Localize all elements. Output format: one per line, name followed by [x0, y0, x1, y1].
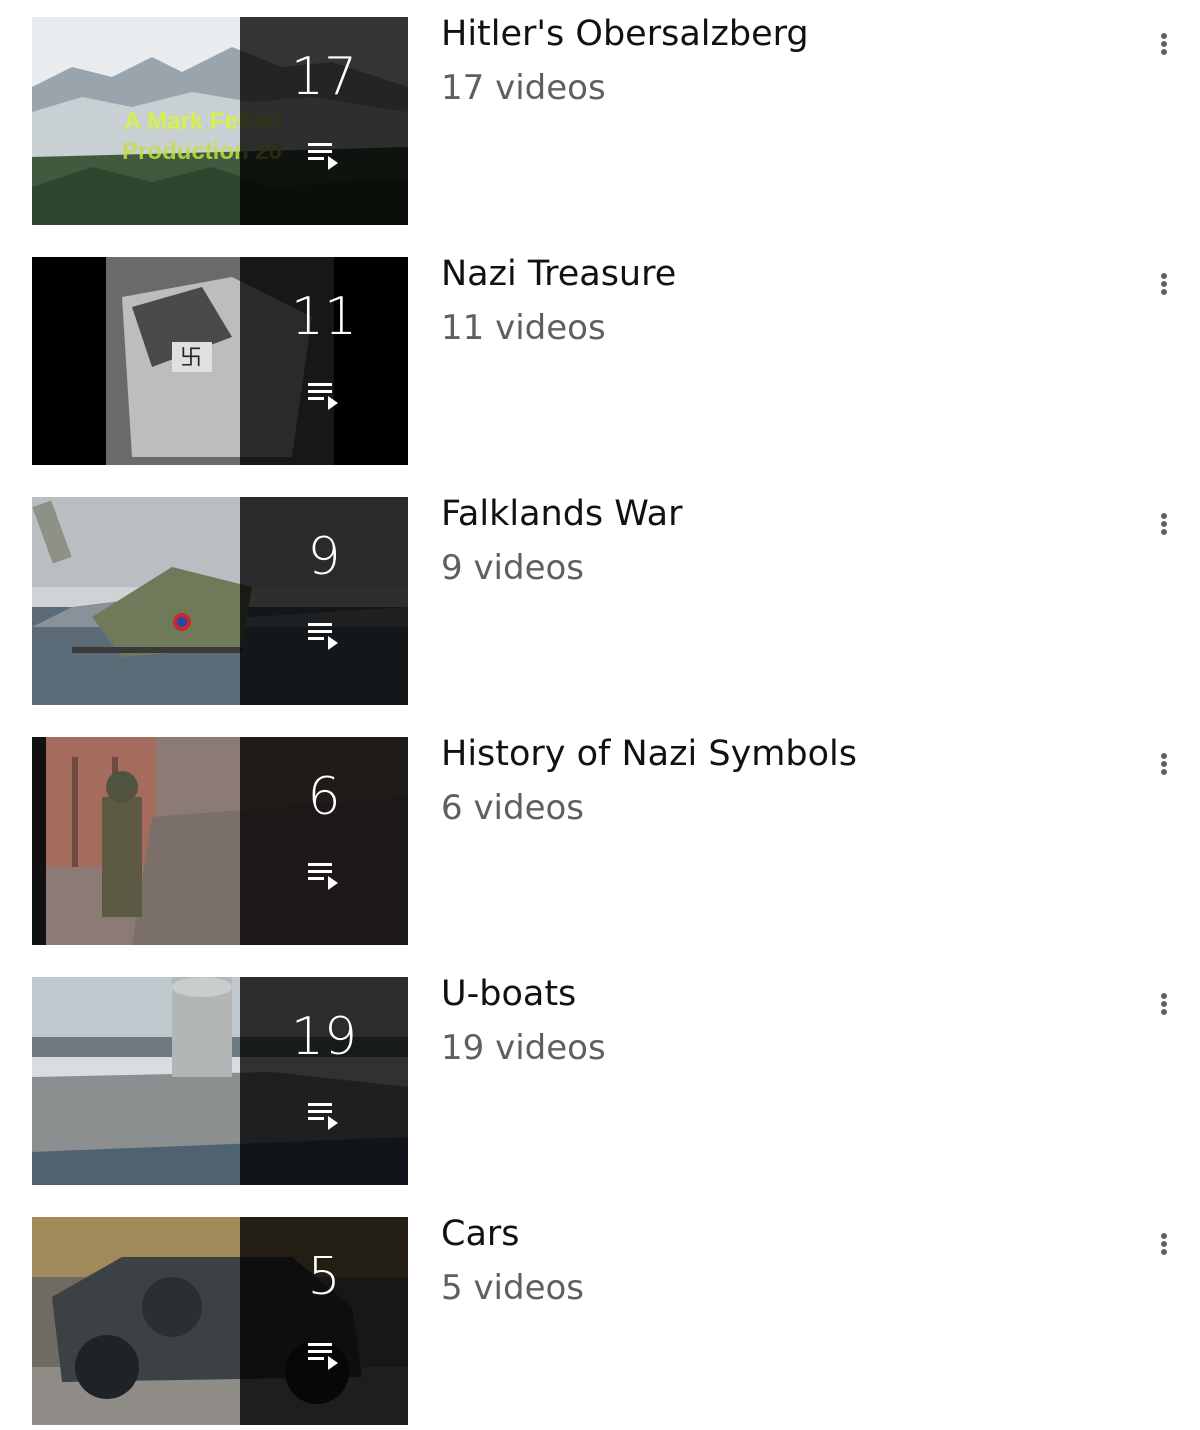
playlist-title[interactable]: Falklands War	[441, 497, 683, 532]
video-count: 19	[290, 1007, 358, 1067]
playlist-thumbnail[interactable]: 6	[32, 737, 408, 945]
playlist-count-overlay: 11	[240, 257, 408, 465]
playlist-title[interactable]: U-boats	[441, 977, 576, 1012]
playlist-title[interactable]: History of Nazi Symbols	[441, 737, 857, 772]
playlist-thumbnail[interactable]: 19	[32, 977, 408, 1185]
video-count: 11	[290, 287, 358, 347]
playlist-row[interactable]: 6 History of Nazi Symbols 6 videos	[0, 737, 1200, 945]
playlist-row[interactable]: 9 Falklands War 9 videos	[0, 497, 1200, 705]
playlist-video-count: 17 videos	[441, 68, 606, 108]
playlist-row[interactable]: A Mark Felton Production 20 17 Hitler's …	[0, 17, 1200, 225]
playlist-count-overlay: 17	[240, 17, 408, 225]
playlist-row[interactable]: 19 U-boats 19 videos	[0, 977, 1200, 1185]
video-count: 6	[307, 767, 341, 827]
video-count: 17	[290, 47, 358, 107]
more-vert-icon[interactable]	[1146, 1225, 1182, 1261]
playlist-video-count: 11 videos	[441, 308, 606, 348]
playlist-thumbnail[interactable]: A Mark Felton Production 20 17	[32, 17, 408, 225]
playlist-play-icon	[308, 1343, 338, 1370]
playlist-count-overlay: 5	[240, 1217, 408, 1425]
playlist-video-count: 19 videos	[441, 1028, 606, 1068]
playlist-title[interactable]: Cars	[441, 1217, 520, 1252]
playlist-video-count: 9 videos	[441, 548, 585, 588]
playlist-title[interactable]: Hitler's Obersalzberg	[441, 17, 809, 52]
playlist-thumbnail[interactable]: 9	[32, 497, 408, 705]
more-vert-icon[interactable]	[1146, 265, 1182, 301]
playlist-row[interactable]: 5 Cars 5 videos	[0, 1217, 1200, 1425]
playlist-play-icon	[308, 863, 338, 890]
more-vert-icon[interactable]	[1146, 505, 1182, 541]
playlist-play-icon	[308, 143, 338, 170]
playlist-count-overlay: 19	[240, 977, 408, 1185]
playlist-play-icon	[308, 1103, 338, 1130]
playlist-thumbnail[interactable]: 5	[32, 1217, 408, 1425]
playlist-count-overlay: 9	[240, 497, 408, 705]
playlist-list: A Mark Felton Production 20 17 Hitler's …	[0, 0, 1200, 1430]
playlist-row[interactable]: 卐 11 Nazi Treasure 11 videos	[0, 257, 1200, 465]
playlist-video-count: 5 videos	[441, 1268, 585, 1308]
playlist-play-icon	[308, 383, 338, 410]
playlist-play-icon	[308, 623, 338, 650]
video-count: 9	[307, 527, 341, 587]
playlist-title[interactable]: Nazi Treasure	[441, 257, 676, 292]
video-count: 5	[307, 1247, 341, 1307]
playlist-video-count: 6 videos	[441, 788, 585, 828]
more-vert-icon[interactable]	[1146, 25, 1182, 61]
playlist-thumbnail[interactable]: 卐 11	[32, 257, 408, 465]
more-vert-icon[interactable]	[1146, 985, 1182, 1021]
more-vert-icon[interactable]	[1146, 745, 1182, 781]
playlist-count-overlay: 6	[240, 737, 408, 945]
svg-text:卐: 卐	[180, 346, 202, 371]
